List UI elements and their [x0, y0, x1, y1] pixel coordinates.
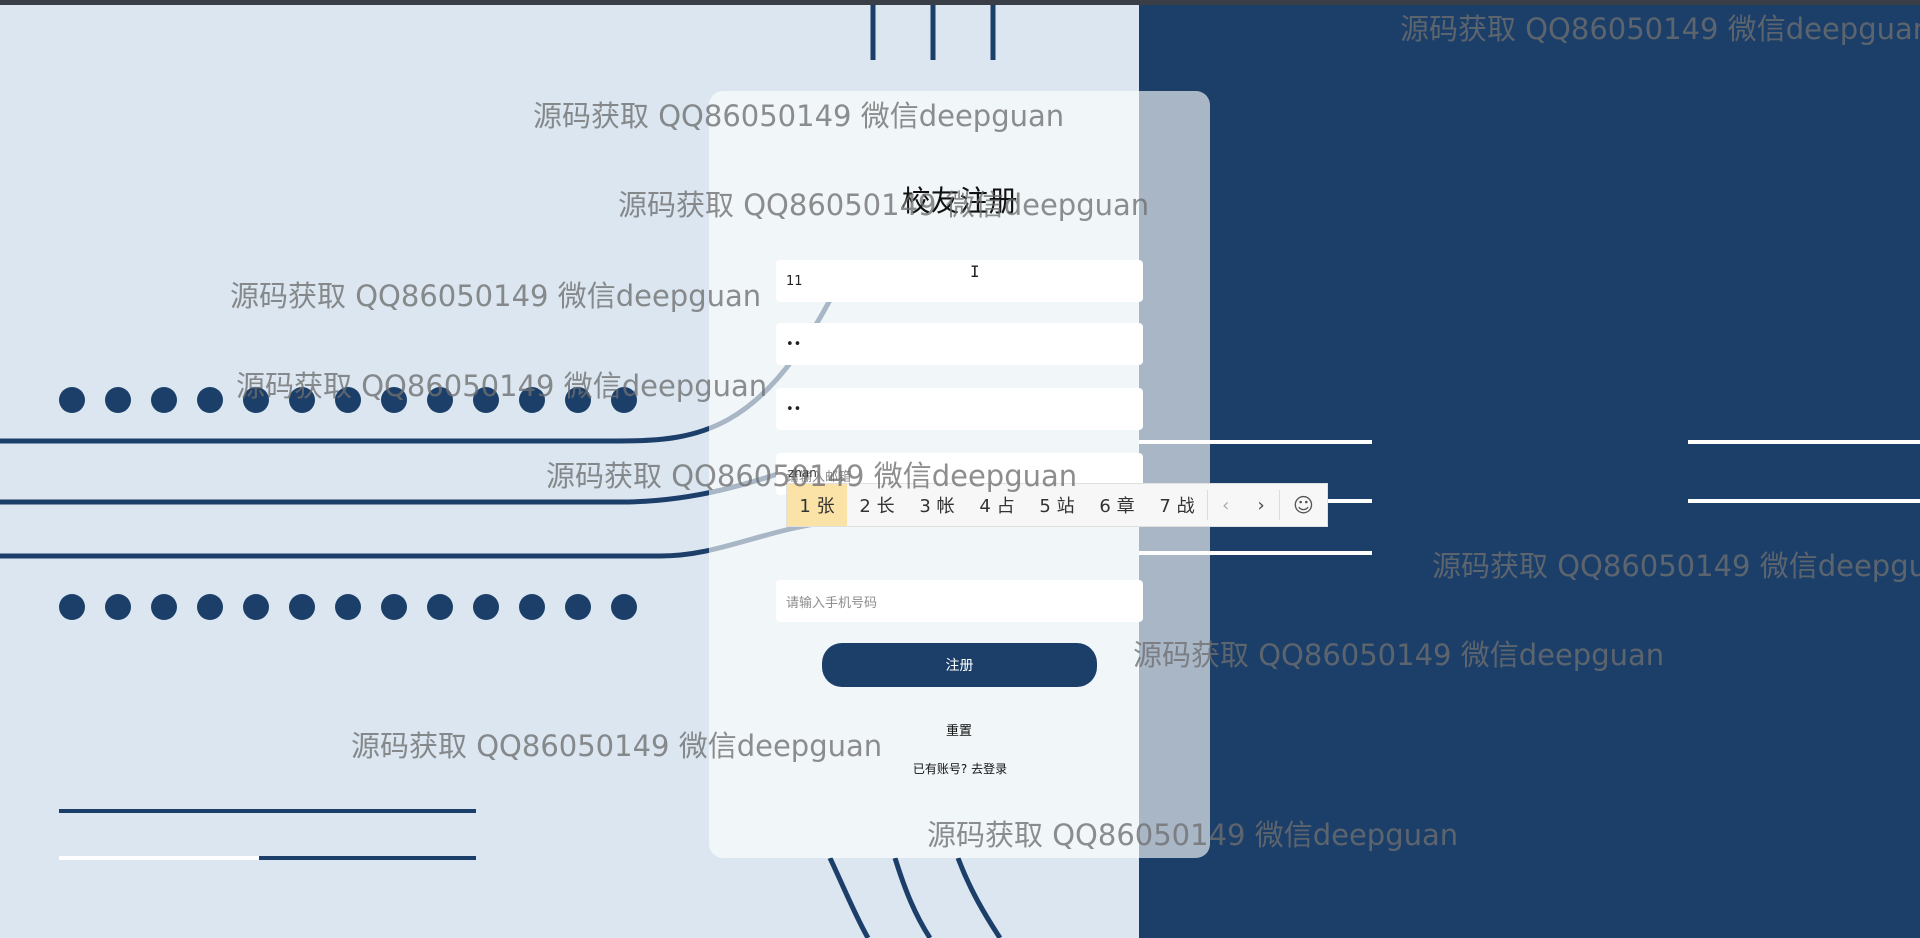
register-button[interactable]: 注册: [822, 643, 1097, 687]
watermark-text: 源码获取 QQ86050149 微信deepguan: [618, 188, 1150, 222]
confirm-password-input[interactable]: ••: [776, 388, 1143, 430]
watermark-text: 源码获取 QQ86050149 微信deepguan: [546, 459, 1078, 493]
login-link[interactable]: 去登录: [971, 762, 1007, 776]
phone-input[interactable]: 请输入手机号码: [776, 580, 1143, 622]
password-input[interactable]: ••: [776, 323, 1143, 365]
ime-candidate[interactable]: 7 战: [1147, 484, 1207, 526]
login-prompt-text: 已有账号?: [912, 762, 968, 776]
chevron-left-icon[interactable]: ‹: [1208, 484, 1243, 526]
username-input[interactable]: 11: [776, 260, 1143, 302]
chevron-right-icon[interactable]: ›: [1243, 484, 1278, 526]
dot-row-bottom: [59, 594, 637, 620]
watermark-text: 源码获取 QQ86050149 微信deepguan: [927, 818, 1459, 852]
ime-candidate[interactable]: 6 章: [1087, 484, 1147, 526]
watermark-text: 源码获取 QQ86050149 微信deepguan: [1133, 638, 1665, 672]
watermark-text: 源码获取 QQ86050149 微信deepguan: [230, 279, 762, 313]
reset-button[interactable]: 重置: [909, 718, 1009, 740]
bottom-bars: [59, 809, 476, 860]
watermark-text: 源码获取 QQ86050149 微信deepguan: [1432, 549, 1920, 583]
watermark-text: 源码获取 QQ86050149 微信deepguan: [533, 99, 1065, 133]
watermark-text: 源码获取 QQ86050149 微信deepguan: [351, 729, 883, 763]
text-cursor-icon: I: [970, 262, 980, 281]
watermark-text: 源码获取 QQ86050149 微信deepguan: [1400, 12, 1920, 46]
emoji-icon[interactable]: ☺: [1280, 484, 1327, 526]
watermark-text: 源码获取 QQ86050149 微信deepguan: [236, 369, 768, 403]
